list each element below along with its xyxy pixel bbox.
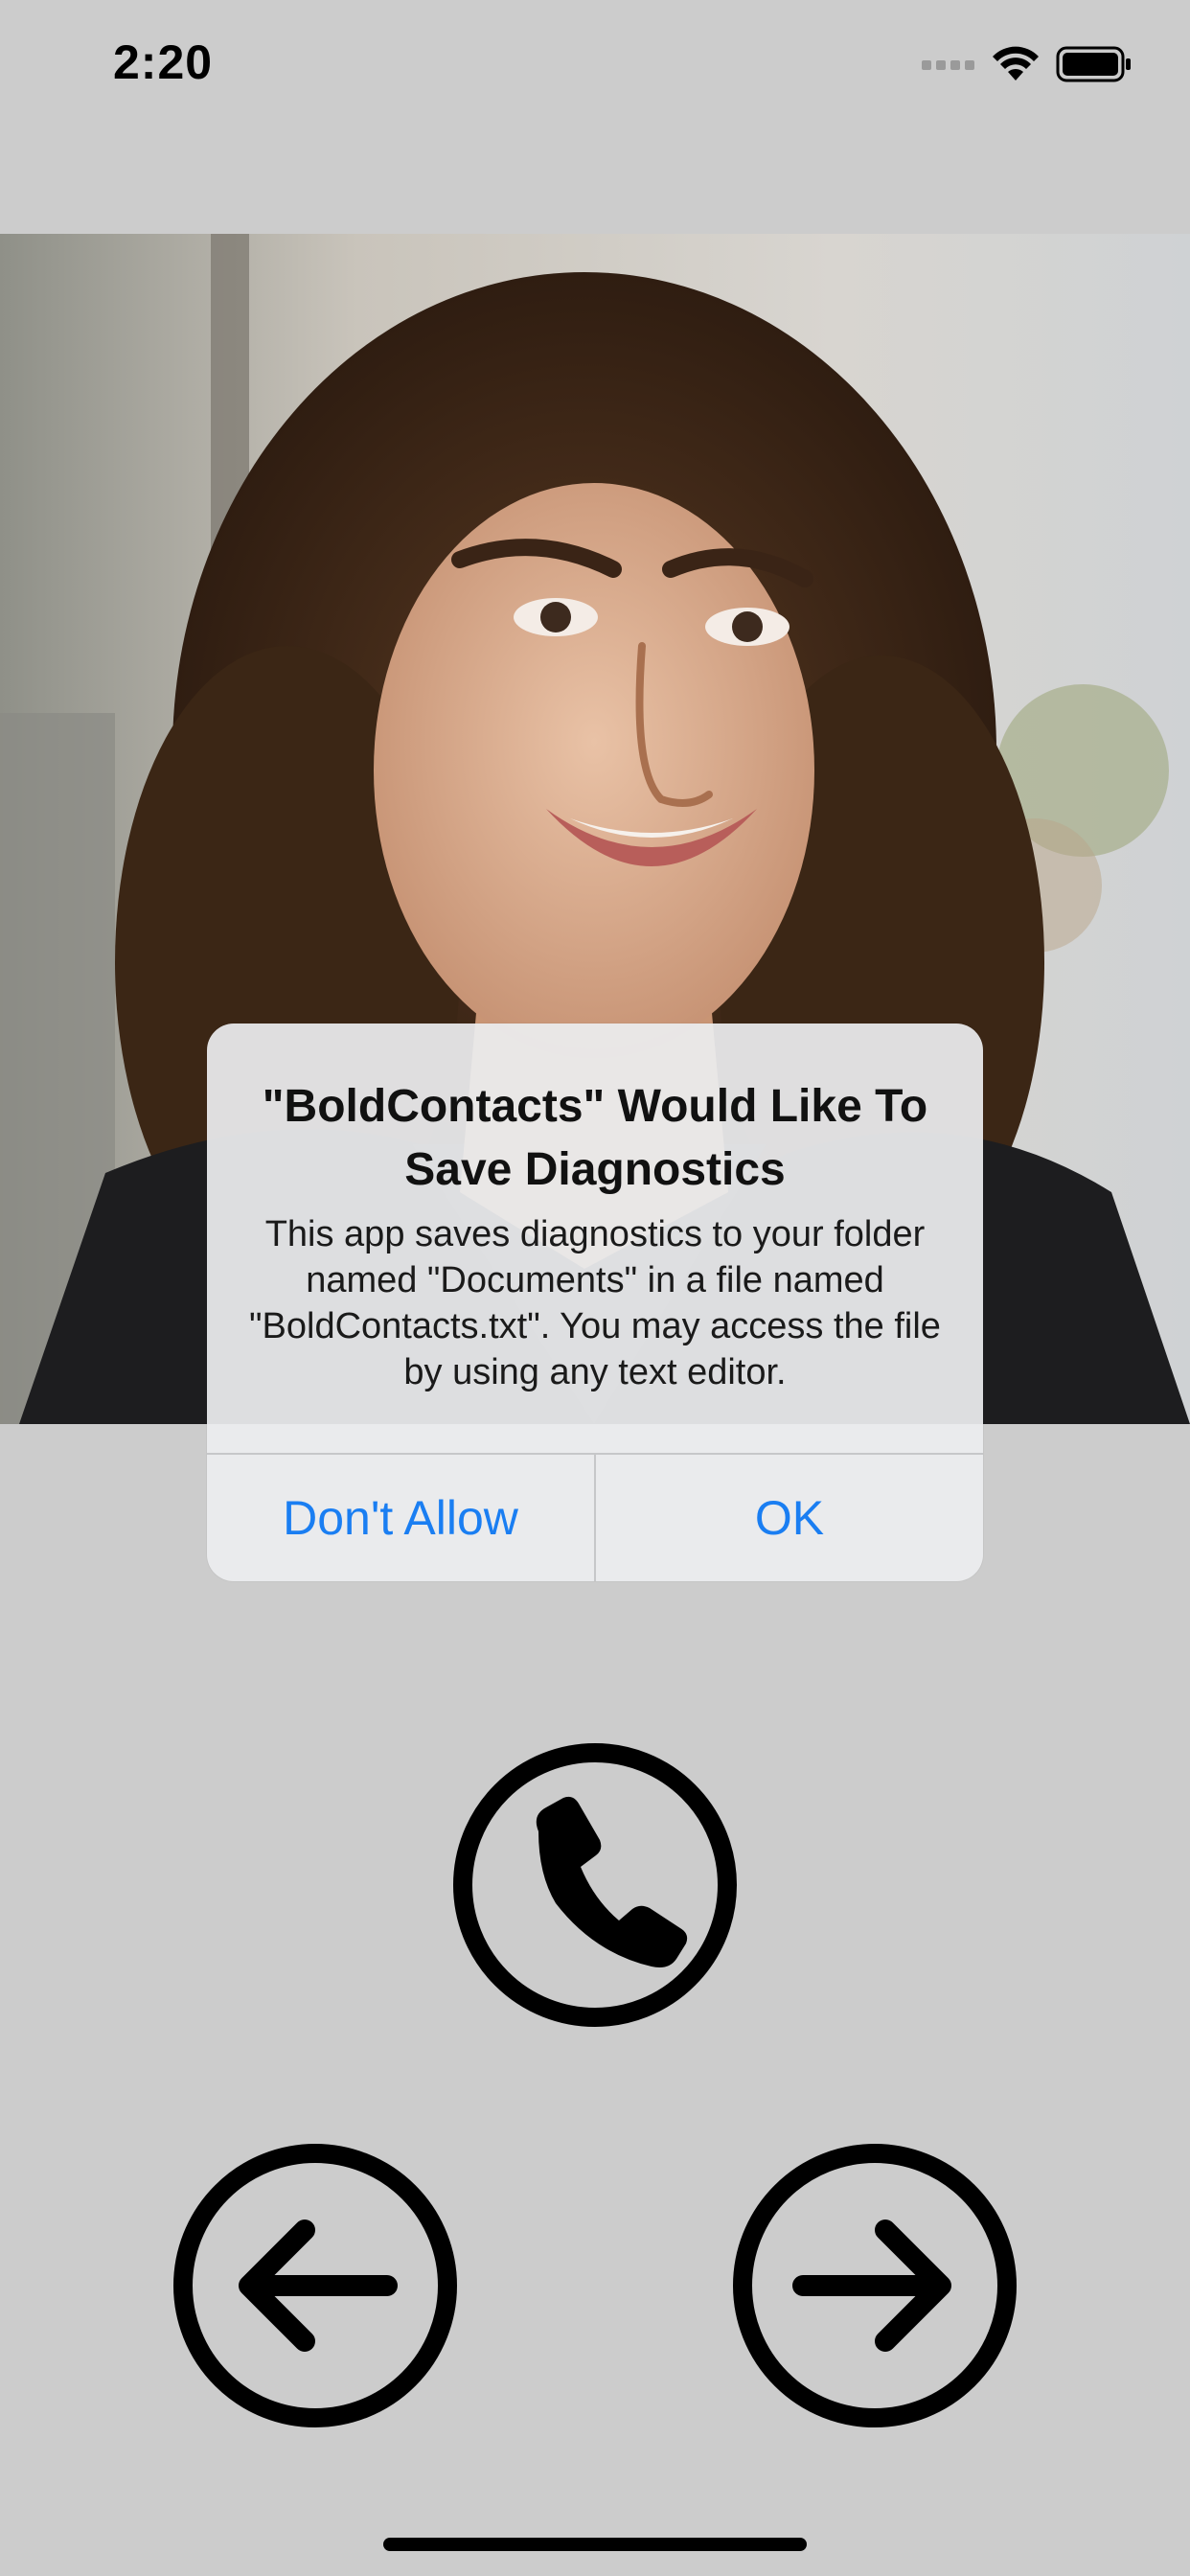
dont-allow-button[interactable]: Don't Allow xyxy=(207,1455,594,1581)
arrow-right-icon xyxy=(733,2144,1017,2427)
home-indicator[interactable] xyxy=(383,2538,807,2551)
battery-icon xyxy=(1056,46,1131,82)
status-bar: 2:20 xyxy=(0,0,1190,134)
cellular-signal-icon xyxy=(922,60,974,70)
phone-icon xyxy=(453,1743,737,2027)
alert-title: "BoldContacts" Would Like To Save Diagno… xyxy=(262,1081,928,1195)
previous-button[interactable] xyxy=(171,2141,460,2430)
call-button[interactable] xyxy=(450,1740,740,2030)
arrow-left-icon xyxy=(173,2144,457,2427)
status-time: 2:20 xyxy=(113,35,214,89)
next-button[interactable] xyxy=(730,2141,1019,2430)
alert-message: This app saves diagnostics to your folde… xyxy=(249,1214,941,1392)
status-icons xyxy=(922,42,1133,86)
save-diagnostics-alert: "BoldContacts" Would Like To Save Diagno… xyxy=(207,1024,983,1581)
ok-button[interactable]: OK xyxy=(596,1455,983,1581)
wifi-icon xyxy=(993,46,1039,80)
